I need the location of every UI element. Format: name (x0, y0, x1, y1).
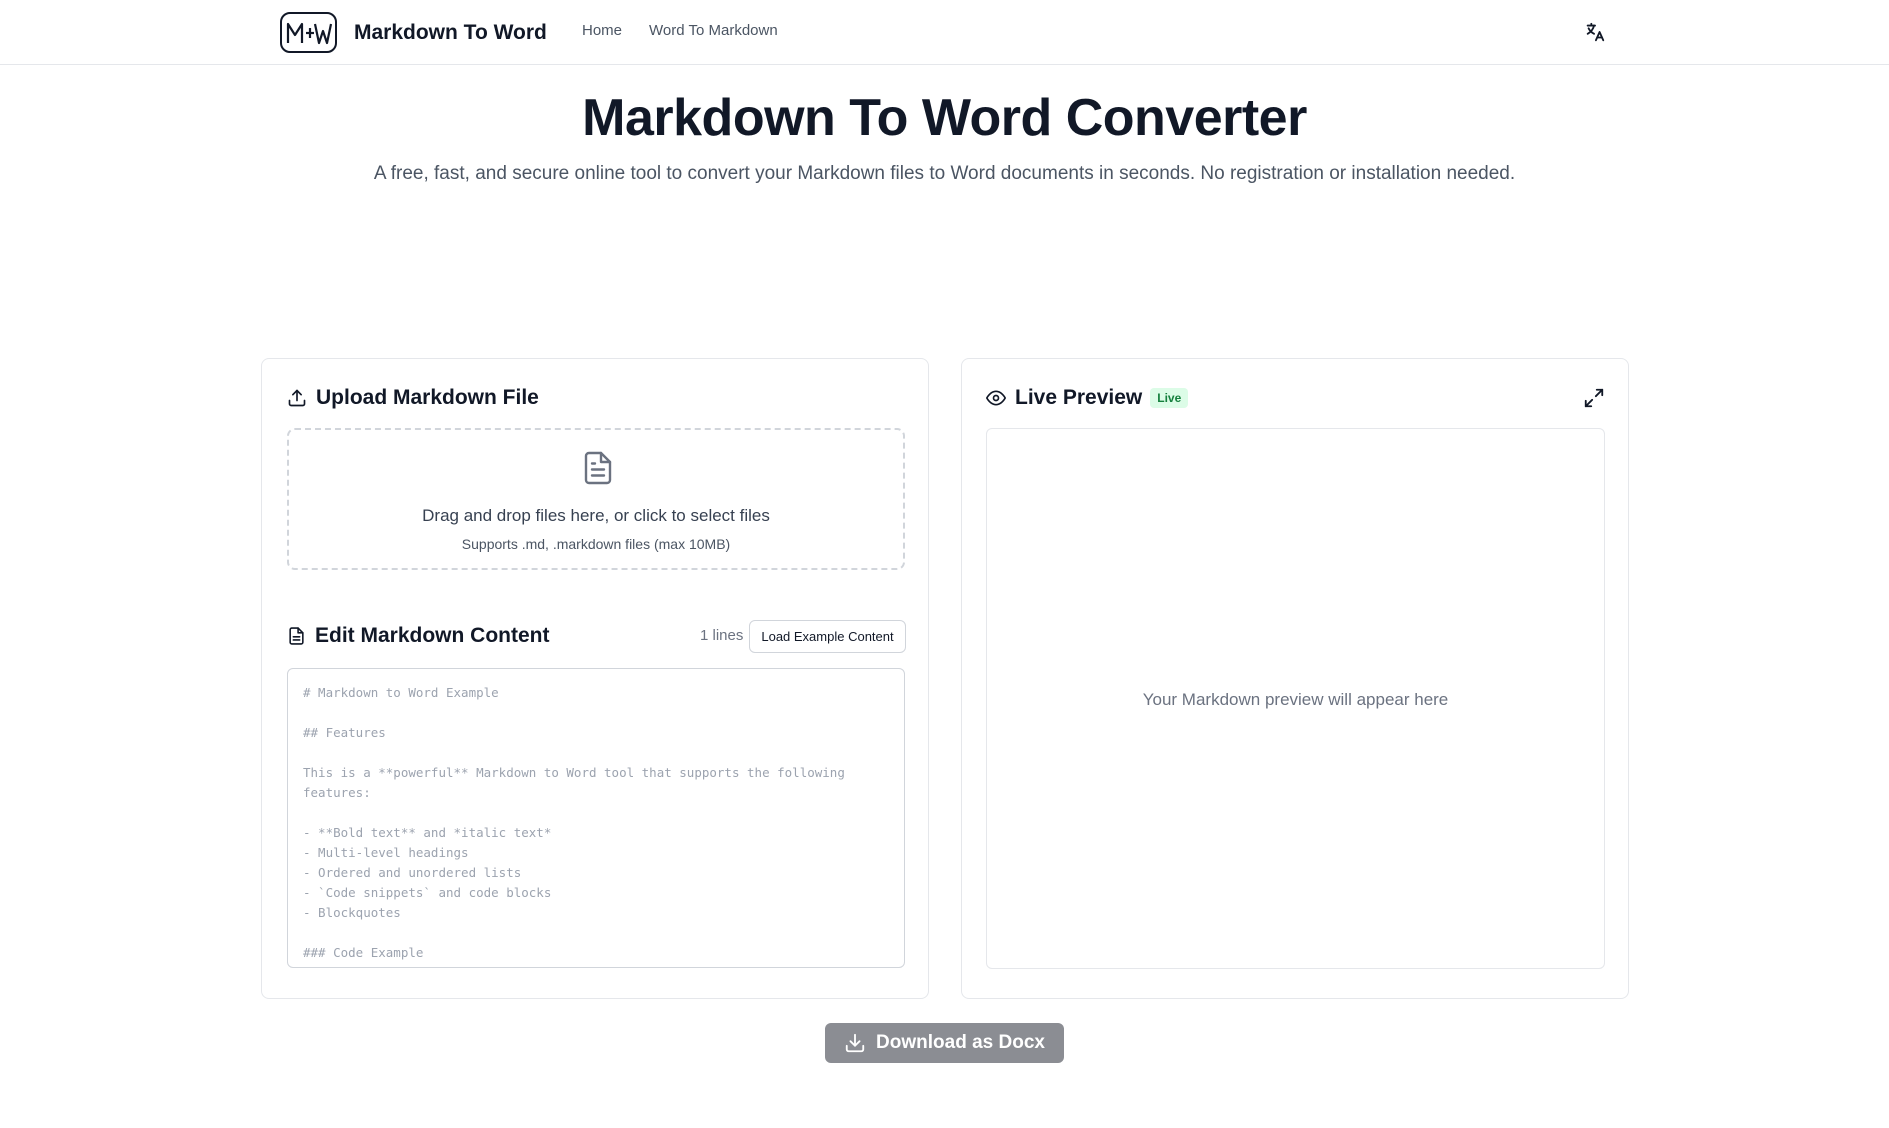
line-count: 1 lines (700, 627, 744, 644)
page-subtitle: A free, fast, and secure online tool to … (373, 163, 1516, 184)
upload-section-title: Upload Markdown File (287, 386, 539, 410)
editor-placeholder-line: - Multi-level headings (303, 845, 469, 860)
brand-link[interactable]: Markdown To Word (280, 12, 547, 53)
brand-name: Markdown To Word (354, 20, 547, 44)
nav-home-link[interactable]: Home (582, 22, 622, 39)
nav-word-to-markdown-link[interactable]: Word To Markdown (649, 22, 778, 39)
editor-placeholder-line (303, 703, 889, 723)
editor-placeholder-line (303, 743, 889, 763)
editor-placeholder-line (303, 923, 889, 943)
editor-placeholder-line: - Blockquotes (303, 905, 401, 920)
preview-section-label: Live Preview (1015, 386, 1143, 409)
editor-placeholder-line: - `Code snippets` and code blocks (303, 885, 552, 900)
upload-section-label: Upload Markdown File (316, 386, 539, 409)
preview-placeholder: Your Markdown preview will appear here (1142, 690, 1449, 709)
page-title: Markdown To Word Converter (582, 89, 1307, 147)
upload-icon (288, 389, 306, 407)
download-docx-button[interactable]: Download as Docx (825, 1023, 1064, 1063)
expand-icon (1584, 388, 1604, 408)
preview-panel: Your Markdown preview will appear here (986, 428, 1605, 969)
file-text-icon (289, 627, 304, 645)
top-navbar: Markdown To Word Home Word To Markdown (0, 0, 1889, 65)
download-button-label: Download as Docx (876, 1032, 1045, 1053)
editor-section-label: Edit Markdown Content (315, 624, 550, 647)
editor-placeholder-line: ## Features (303, 725, 386, 740)
language-button[interactable] (1583, 20, 1607, 44)
upload-edit-card: Upload Markdown File Drag and drop files… (261, 358, 929, 999)
editor-placeholder-line: - Ordered and unordered lists (303, 865, 522, 880)
live-badge: Live (1150, 388, 1189, 408)
logo-mark-icon (286, 22, 332, 44)
dropzone-supported-formats: Supports .md, .markdown files (max 10MB) (461, 536, 731, 552)
preview-section-title: Live Preview Live (986, 386, 1189, 410)
eye-icon (986, 390, 1006, 406)
dropzone-instructions: Drag and drop files here, or click to se… (422, 506, 770, 525)
editor-section-title: Edit Markdown Content (287, 624, 550, 648)
file-text-icon (584, 451, 612, 485)
file-dropzone[interactable]: Drag and drop files here, or click to se… (287, 428, 905, 570)
translate-icon (1586, 22, 1605, 42)
expand-preview-button[interactable] (1583, 387, 1605, 409)
download-icon (845, 1033, 865, 1053)
editor-placeholder-line: ### Code Example (303, 945, 424, 960)
editor-placeholder-line: This is a **powerful** Markdown to Word … (303, 765, 845, 780)
main-nav: Home Word To Markdown (582, 22, 778, 39)
markdown-editor[interactable]: # Markdown to Word Example ## Features T… (287, 668, 905, 968)
preview-card: Live Preview Live Your Markdown preview … (961, 358, 1629, 999)
load-example-button[interactable]: Load Example Content (749, 620, 906, 653)
editor-placeholder-line: - **Bold text** and *italic text* (303, 825, 552, 840)
editor-placeholder-line: features: (303, 785, 371, 800)
editor-placeholder-line: # Markdown to Word Example (303, 685, 499, 700)
editor-placeholder-line (303, 803, 889, 823)
logo (280, 12, 337, 53)
